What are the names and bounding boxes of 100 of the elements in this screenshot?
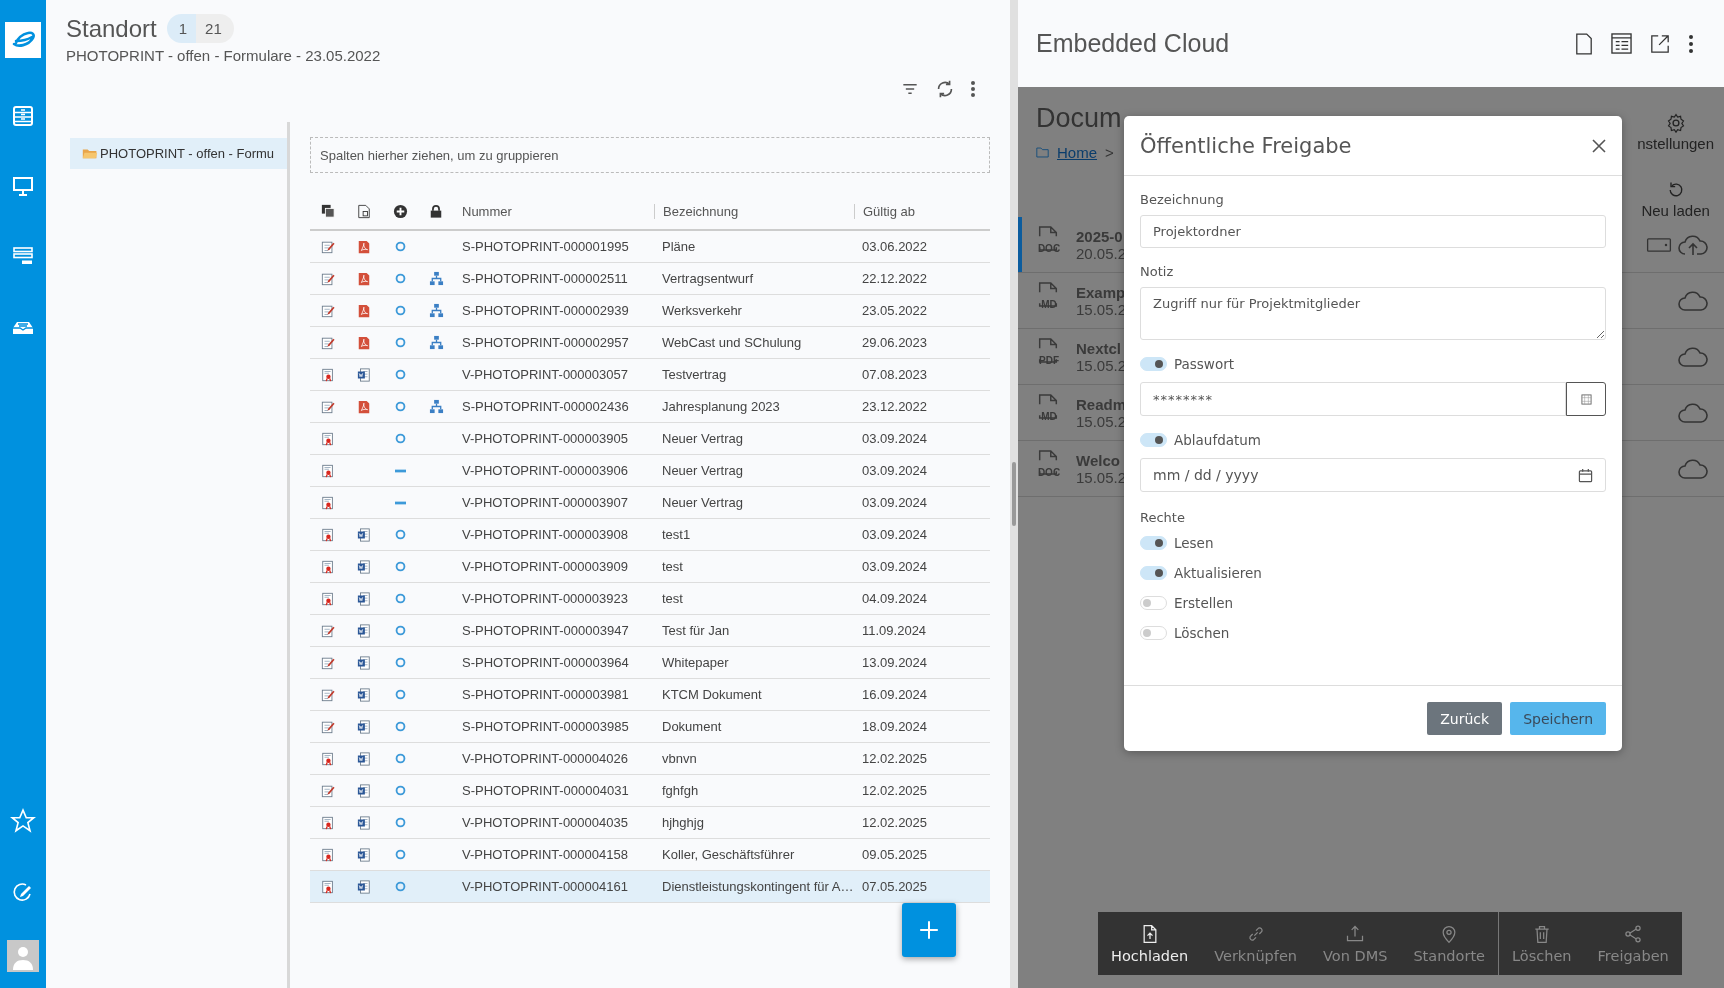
table-cell-text: Vertragsentwurf: [661, 271, 755, 286]
table-cell-text: 12.02.2025: [861, 783, 929, 798]
table-row[interactable]: S-PHOTOPRINT-000003985 Dokument 18.09.2024: [310, 711, 990, 743]
tree-item[interactable]: PHOTOPRINT - offen - Formu: [70, 138, 287, 169]
lock-icon: [429, 203, 443, 219]
external-link-icon[interactable]: [1650, 33, 1670, 54]
status-circle-icon: [394, 561, 406, 572]
count-badge[interactable]: 1: [166, 14, 197, 43]
table-cell-text: KTCM Dokument: [661, 687, 763, 702]
table-cell-text: V-PHOTOPRINT-000003906: [461, 463, 629, 478]
drive-icon[interactable]: [1646, 237, 1672, 252]
toggle-switch[interactable]: [1140, 566, 1167, 580]
save-button[interactable]: Speichern: [1510, 702, 1606, 735]
table-cell-text: S-PHOTOPRINT-000002957: [461, 335, 630, 350]
table-row[interactable]: V-PHOTOPRINT-000003908 test1 03.09.2024: [310, 519, 990, 551]
column-header[interactable]: Nummer: [454, 203, 654, 219]
edit-document-icon: [321, 271, 335, 286]
table-row[interactable]: S-PHOTOPRINT-000002436 Jahresplanung 2023 23.12.2022: [310, 391, 990, 423]
table-cell-text: S-PHOTOPRINT-000003981: [461, 687, 630, 702]
cloud-icon[interactable]: [1678, 345, 1708, 368]
word-document-icon: [357, 559, 371, 574]
reload-label[interactable]: Neu laden: [1641, 202, 1710, 219]
word-document-icon: [357, 591, 371, 606]
table-row[interactable]: S-PHOTOPRINT-000004031 fghfgh 12.02.2025: [310, 775, 990, 807]
table-row[interactable]: V-PHOTOPRINT-000004161 Dienstleistungskontingent für A… 07.05.2025: [310, 871, 990, 903]
toggle-switch[interactable]: [1140, 357, 1167, 371]
document-icon: [357, 203, 371, 219]
date-field[interactable]: mm / dd / yyyy: [1140, 458, 1606, 492]
more-icon[interactable]: [1688, 33, 1694, 54]
keypad-button[interactable]: [1566, 382, 1606, 416]
edit-document-icon: [321, 623, 335, 638]
status-dash-icon: [394, 500, 406, 505]
table-row[interactable]: S-PHOTOPRINT-000003947 Test für Jan 11.09.2024: [310, 615, 990, 647]
star-icon[interactable]: [10, 808, 36, 834]
file-type-label: MD: [1040, 299, 1058, 310]
column-header[interactable]: Gültig ab: [854, 203, 990, 219]
table-cell-text: S-PHOTOPRINT-000002511: [461, 271, 629, 286]
settings-label[interactable]: nstellungen: [1637, 135, 1714, 152]
toggle-label: Lesen: [1174, 535, 1214, 551]
close-icon[interactable]: [1591, 137, 1607, 154]
word-document-icon: [357, 847, 371, 862]
edit-document-icon: [321, 399, 335, 414]
cloud-icon[interactable]: [1678, 289, 1708, 312]
count-badge[interactable]: 21: [196, 14, 234, 43]
toggle-switch[interactable]: [1140, 433, 1167, 447]
table-row[interactable]: S-PHOTOPRINT-000003964 Whitepaper 13.09.2024: [310, 647, 990, 679]
note-field[interactable]: Zugriff nur für Projektmitglieder: [1140, 287, 1606, 340]
file-name: Examp: [1076, 283, 1127, 301]
file-date: 15.05.2: [1076, 412, 1127, 430]
table-cell-text: Whitepaper: [661, 655, 730, 670]
documents-heading: Docum: [1036, 103, 1122, 134]
table-row[interactable]: V-PHOTOPRINT-000003923 test 04.09.2024: [310, 583, 990, 615]
table-cell-text: 12.02.2025: [861, 751, 929, 766]
table-row[interactable]: V-PHOTOPRINT-000003906 Neuer Vertrag 03.09.2024: [310, 455, 990, 487]
table-row[interactable]: V-PHOTOPRINT-000003909 test 03.09.2024: [310, 551, 990, 583]
table-cell-text: S-PHOTOPRINT-000002436: [461, 399, 630, 414]
table-row[interactable]: V-PHOTOPRINT-000004026 vbnvn 12.02.2025: [310, 743, 990, 775]
password-field[interactable]: ********: [1140, 382, 1566, 416]
table-row[interactable]: V-PHOTOPRINT-000003905 Neuer Vertrag 03.09.2024: [310, 423, 990, 455]
toolbar-button[interactable]: Hochladen: [1098, 912, 1202, 975]
gear-icon[interactable]: [1665, 113, 1686, 133]
table-cell-text: 03.06.2022: [861, 239, 929, 254]
file-name: Readm: [1076, 395, 1127, 413]
table-row[interactable]: V-PHOTOPRINT-000004035 hjhghjg 12.02.2025: [310, 807, 990, 839]
table-row[interactable]: S-PHOTOPRINT-000001995 Pläne 03.06.2022: [310, 231, 990, 263]
table-cell-text: S-PHOTOPRINT-000002939: [461, 303, 630, 318]
toggle-switch[interactable]: [1140, 536, 1167, 550]
column-header[interactable]: Bezeichnung: [654, 203, 854, 219]
pdf-icon: [357, 335, 371, 350]
table-cell-text: 03.09.2024: [861, 527, 929, 542]
more-icon[interactable]: [970, 79, 976, 99]
table-icon[interactable]: [1611, 33, 1632, 54]
cloud-upload-icon[interactable]: [1678, 233, 1708, 256]
table-row[interactable]: S-PHOTOPRINT-000002939 Werksverkehr 23.05.2022: [310, 295, 990, 327]
status-circle-icon: [394, 273, 406, 284]
copy-icon: [321, 204, 335, 218]
toggle-switch[interactable]: [1140, 596, 1167, 610]
field-label: Bezeichnung: [1140, 192, 1224, 207]
toggle-switch[interactable]: [1140, 626, 1167, 640]
cloud-icon[interactable]: [1678, 401, 1708, 424]
document-icon[interactable]: [1575, 32, 1593, 55]
add-button[interactable]: [902, 903, 956, 957]
app-logo[interactable]: [5, 22, 41, 58]
back-button[interactable]: Zurück: [1427, 702, 1503, 735]
table-row[interactable]: V-PHOTOPRINT-000003057 Testvertrag 07.08.2023: [310, 359, 990, 391]
table-row[interactable]: S-PHOTOPRINT-000003981 KTCM Dokument 16.09.2024: [310, 679, 990, 711]
edit-document-icon: [321, 687, 335, 702]
table-row[interactable]: V-PHOTOPRINT-000003907 Neuer Vertrag 03.09.2024: [310, 487, 990, 519]
table-row[interactable]: S-PHOTOPRINT-000002511 Vertragsentwurf 22.12.2022: [310, 263, 990, 295]
group-drop-zone[interactable]: Spalten hierher ziehen, um zu gruppieren: [310, 137, 990, 173]
edit-document-icon: [321, 335, 335, 350]
calendar-icon[interactable]: [1578, 467, 1593, 483]
cabinet-icon[interactable]: [11, 104, 35, 128]
table-cell-text: 04.09.2024: [861, 591, 929, 606]
name-field[interactable]: Projektordner: [1140, 215, 1606, 248]
table-row[interactable]: S-PHOTOPRINT-000002957 WebCast und SChulung 29.06.2023: [310, 327, 990, 359]
file-date: 15.05.2: [1076, 300, 1127, 318]
monitor-icon[interactable]: [11, 174, 35, 198]
status-circle-icon: [394, 817, 406, 828]
cloud-icon[interactable]: [1678, 457, 1708, 480]
